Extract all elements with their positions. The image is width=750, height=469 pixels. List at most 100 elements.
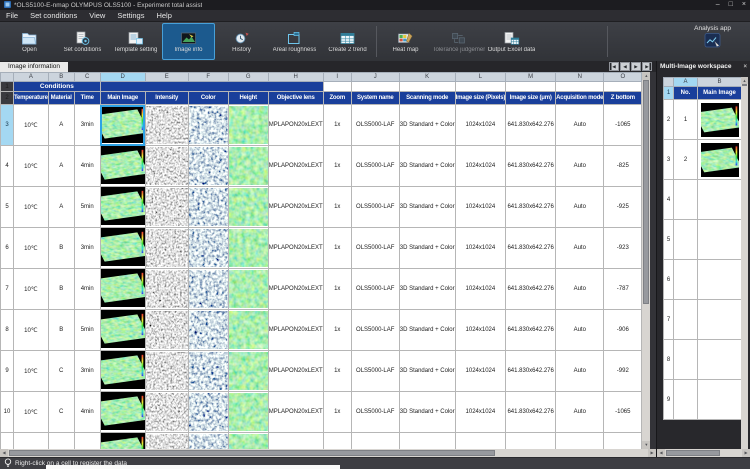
acquisition-mode-cell[interactable]: Auto — [556, 310, 604, 351]
image-size-pixels-cell[interactable]: 1024x1024 — [455, 105, 506, 146]
height-thumbnail[interactable] — [228, 187, 268, 228]
workspace-empty-cell[interactable] — [674, 380, 698, 420]
image-size-um-cell[interactable]: 641.830x642.276 — [506, 392, 556, 433]
intensity-thumbnail[interactable] — [145, 392, 188, 433]
field-header[interactable]: Z bottom — [604, 92, 642, 105]
intensity-thumbnail[interactable] — [145, 433, 188, 450]
empty-cell[interactable] — [351, 82, 399, 92]
field-header[interactable]: Height — [228, 92, 268, 105]
color-thumbnail[interactable] — [188, 433, 228, 450]
field-header[interactable]: Material — [48, 92, 74, 105]
image-size-um-cell[interactable]: 641.830x642.276 — [506, 269, 556, 310]
workspace-column-B[interactable]: B — [698, 78, 742, 87]
workspace-field-header[interactable]: Main Image — [698, 87, 742, 100]
objective-lens-cell[interactable]: MPLAPON20xLEXT — [268, 187, 323, 228]
material-cell[interactable]: B — [48, 269, 74, 310]
field-header[interactable]: Main Image — [100, 92, 145, 105]
row-header-11[interactable]: 11 — [1, 433, 14, 450]
acquisition-mode-cell[interactable]: Auto — [556, 269, 604, 310]
field-header[interactable]: Image size (μm) — [506, 92, 556, 105]
empty-cell[interactable] — [455, 82, 506, 92]
workspace-row-header-5[interactable]: 5 — [664, 220, 674, 260]
objective-lens-cell[interactable]: MPLAPON20xLEXT — [268, 105, 323, 146]
time-cell[interactable]: 3min — [74, 105, 100, 146]
workspace-empty-cell[interactable] — [698, 340, 742, 380]
menu-settings[interactable]: Settings — [111, 11, 150, 20]
column-header-E[interactable]: E — [145, 73, 188, 82]
row-header-6[interactable]: 6 — [1, 228, 14, 269]
material-cell[interactable]: A — [48, 187, 74, 228]
scanning-mode-cell[interactable]: 3D Standard + Color — [399, 433, 455, 450]
temperature-cell[interactable]: 10℃ — [14, 392, 49, 433]
intensity-thumbnail[interactable] — [145, 310, 188, 351]
template-setting-button[interactable]: Template setting — [109, 23, 162, 60]
open-button[interactable]: Open — [3, 23, 56, 60]
field-header[interactable]: Temperature — [14, 92, 49, 105]
z-bottom-cell[interactable]: -825 — [604, 146, 642, 187]
system-name-cell[interactable]: OLS5000-LAF — [351, 105, 399, 146]
workspace-empty-cell[interactable] — [674, 260, 698, 300]
workspace-no-cell[interactable]: 2 — [674, 140, 698, 180]
image-size-pixels-cell[interactable]: 1024x1024 — [455, 146, 506, 187]
objective-lens-cell[interactable]: MPLAPON20xLEXT — [268, 228, 323, 269]
column-header-F[interactable]: F — [188, 73, 228, 82]
main-image-thumbnail[interactable] — [100, 146, 145, 187]
workspace-empty-cell[interactable] — [698, 300, 742, 340]
main-image-thumbnail[interactable] — [100, 105, 145, 146]
acquisition-mode-cell[interactable]: Auto — [556, 228, 604, 269]
workspace-row-header-2[interactable]: 2 — [664, 100, 674, 140]
image-size-um-cell[interactable]: 641.830x642.276 — [506, 228, 556, 269]
horizontal-scrollbar[interactable]: ◀ ▶ — [0, 449, 656, 457]
column-header-J[interactable]: J — [351, 73, 399, 82]
intensity-thumbnail[interactable] — [145, 146, 188, 187]
workspace-row-header-8[interactable]: 8 — [664, 340, 674, 380]
workspace-empty-cell[interactable] — [674, 300, 698, 340]
system-name-cell[interactable]: OLS5000-LAF — [351, 351, 399, 392]
time-cell[interactable]: 3min — [74, 228, 100, 269]
objective-lens-cell[interactable]: MPLAPON20xLEXT — [268, 146, 323, 187]
scanning-mode-cell[interactable]: 3D Standard + Color — [399, 187, 455, 228]
image-size-um-cell[interactable]: 641.830x642.276 — [506, 433, 556, 450]
image-size-um-cell[interactable]: 641.830x642.276 — [506, 351, 556, 392]
workspace-main-image-thumbnail[interactable] — [698, 100, 742, 140]
workspace-column-A[interactable]: A — [674, 78, 698, 87]
temperature-cell[interactable]: 10℃ — [14, 187, 49, 228]
workspace-row-header-1[interactable]: 1 — [664, 87, 674, 100]
objective-lens-cell[interactable]: MPLAPON20xLEXT — [268, 351, 323, 392]
scanning-mode-cell[interactable]: 3D Standard + Color — [399, 105, 455, 146]
color-thumbnail[interactable] — [188, 392, 228, 433]
workspace-close-icon[interactable]: × — [743, 64, 747, 70]
height-thumbnail[interactable] — [228, 392, 268, 433]
column-header-M[interactable]: M — [506, 73, 556, 82]
zoom-cell[interactable]: 1x — [323, 351, 351, 392]
column-header-O[interactable]: O — [604, 73, 642, 82]
workspace-empty-cell[interactable] — [698, 260, 742, 300]
vertical-scroll-track[interactable] — [642, 80, 650, 441]
heat-map-button[interactable]: Heat map — [379, 23, 432, 60]
color-thumbnail[interactable] — [188, 310, 228, 351]
time-cell[interactable]: 4min — [74, 392, 100, 433]
time-cell[interactable]: 5min — [74, 433, 100, 450]
menu-help[interactable]: Help — [150, 11, 177, 20]
field-header[interactable]: Acquisition mode — [556, 92, 604, 105]
acquisition-mode-cell[interactable]: Auto — [556, 433, 604, 450]
areal-roughness-button[interactable]: Areal roughness — [268, 23, 321, 60]
workspace-main-image-thumbnail[interactable] — [698, 140, 742, 180]
field-header[interactable]: Zoom — [323, 92, 351, 105]
column-header-K[interactable]: K — [399, 73, 455, 82]
scanning-mode-cell[interactable]: 3D Standard + Color — [399, 228, 455, 269]
main-image-thumbnail[interactable] — [100, 187, 145, 228]
row-header-4[interactable]: 4 — [1, 146, 14, 187]
system-name-cell[interactable]: OLS5000-LAF — [351, 146, 399, 187]
workspace-empty-cell[interactable] — [674, 340, 698, 380]
image-info-button[interactable]: Image info — [162, 23, 215, 60]
scanning-mode-cell[interactable]: 3D Standard + Color — [399, 146, 455, 187]
menu-view[interactable]: View — [83, 11, 111, 20]
workspace-vertical-scrollbar[interactable]: ▲ — [741, 77, 748, 449]
main-image-thumbnail[interactable] — [100, 228, 145, 269]
scroll-up-icon[interactable]: ▲ — [642, 72, 650, 80]
menu-set-conditions[interactable]: Set conditions — [24, 11, 83, 20]
acquisition-mode-cell[interactable]: Auto — [556, 146, 604, 187]
z-bottom-cell[interactable]: -1065 — [604, 105, 642, 146]
empty-cell[interactable] — [506, 82, 556, 92]
